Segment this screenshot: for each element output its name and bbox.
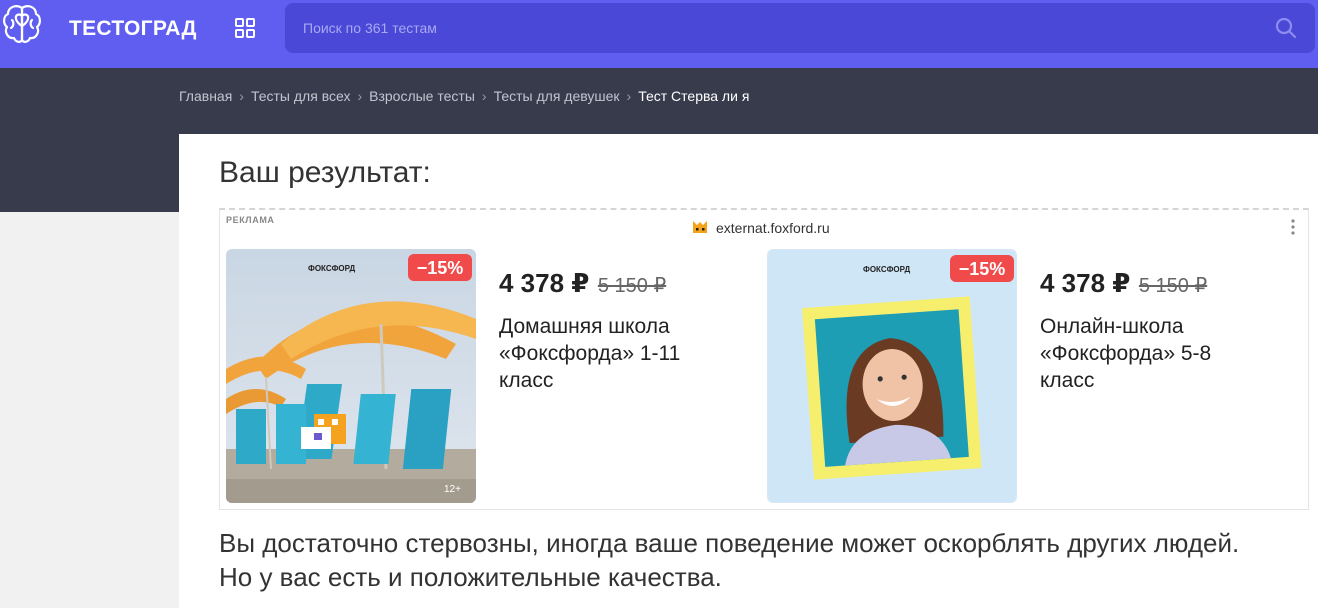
site-header: ТЕСТОГРАД [0,0,1318,68]
search-input[interactable] [285,3,1245,53]
product-1-brand: ФОКСФОРД [308,264,355,273]
product-2-discount-badge: −15% [959,259,1006,279]
breadcrumb-separator-icon: › [626,88,632,104]
product-2-price: 4 378 ₽ [1040,268,1131,298]
breadcrumb-current: Тест Стерва ли я [638,88,750,104]
ad-block: РЕКЛАМА externat.foxford.ru ФОКСФОРД −15… [219,208,1309,510]
product-1-discount-badge: −15% [417,258,464,278]
search-icon[interactable] [1275,17,1297,39]
breadcrumb-adult-tests[interactable]: Взрослые тесты [369,88,475,104]
breadcrumb-separator-icon: › [357,88,363,104]
breadcrumb-separator-icon: › [239,88,244,104]
breadcrumb-tests-for-girls[interactable]: Тесты для девушек [494,88,620,104]
product-image-girl[interactable]: ФОКСФОРД −15% [767,249,1017,503]
result-title: Ваш результат: [219,156,431,189]
breadcrumb-home[interactable]: Главная [179,88,232,104]
ad-domain-text: externat.foxford.ru [716,219,830,236]
more-options-icon[interactable] [1290,218,1296,236]
product-1-price: 4 378 ₽ [499,268,590,298]
ad-label: РЕКЛАМА [226,215,275,225]
product-1-info[interactable]: 4 378 ₽ 5 150 ₽ Домашняя школа «Фоксфорд… [499,268,719,394]
breadcrumb-tests-for-all[interactable]: Тесты для всех [251,88,350,104]
grid-menu-icon[interactable] [234,17,256,39]
search-bar [285,3,1315,53]
site-logo-text[interactable]: ТЕСТОГРАД [69,17,197,41]
product-1-old-price: 5 150 ₽ [597,275,667,297]
product-2-info[interactable]: 4 378 ₽ 5 150 ₽ Онлайн-школа «Фоксфорда»… [1040,268,1260,394]
result-description: Вы достаточно стервозны, иногда ваше пов… [219,528,1240,592]
foxford-logo-icon [693,221,707,233]
brain-logo-icon[interactable] [2,2,42,48]
breadcrumb-separator-icon: › [481,88,487,104]
product-2-old-price: 5 150 ₽ [1138,275,1208,297]
product-image-beach[interactable]: ФОКСФОРД −15% 12+ [226,249,476,503]
ad-domain-link[interactable]: externat.foxford.ru [692,219,830,236]
breadcrumb: Главная › Тесты для всех › Взрослые тесты › Те… [179,88,749,104]
product-1-name: Домашняя школа «Фоксфорда» 1-11 класс [499,315,681,392]
product-1-age-rating: 12+ [444,484,461,495]
product-2-name: Онлайн-школа «Фоксфорда» 5-8 класс [1040,315,1212,392]
product-2-brand: ФОКСФОРД [863,265,910,274]
